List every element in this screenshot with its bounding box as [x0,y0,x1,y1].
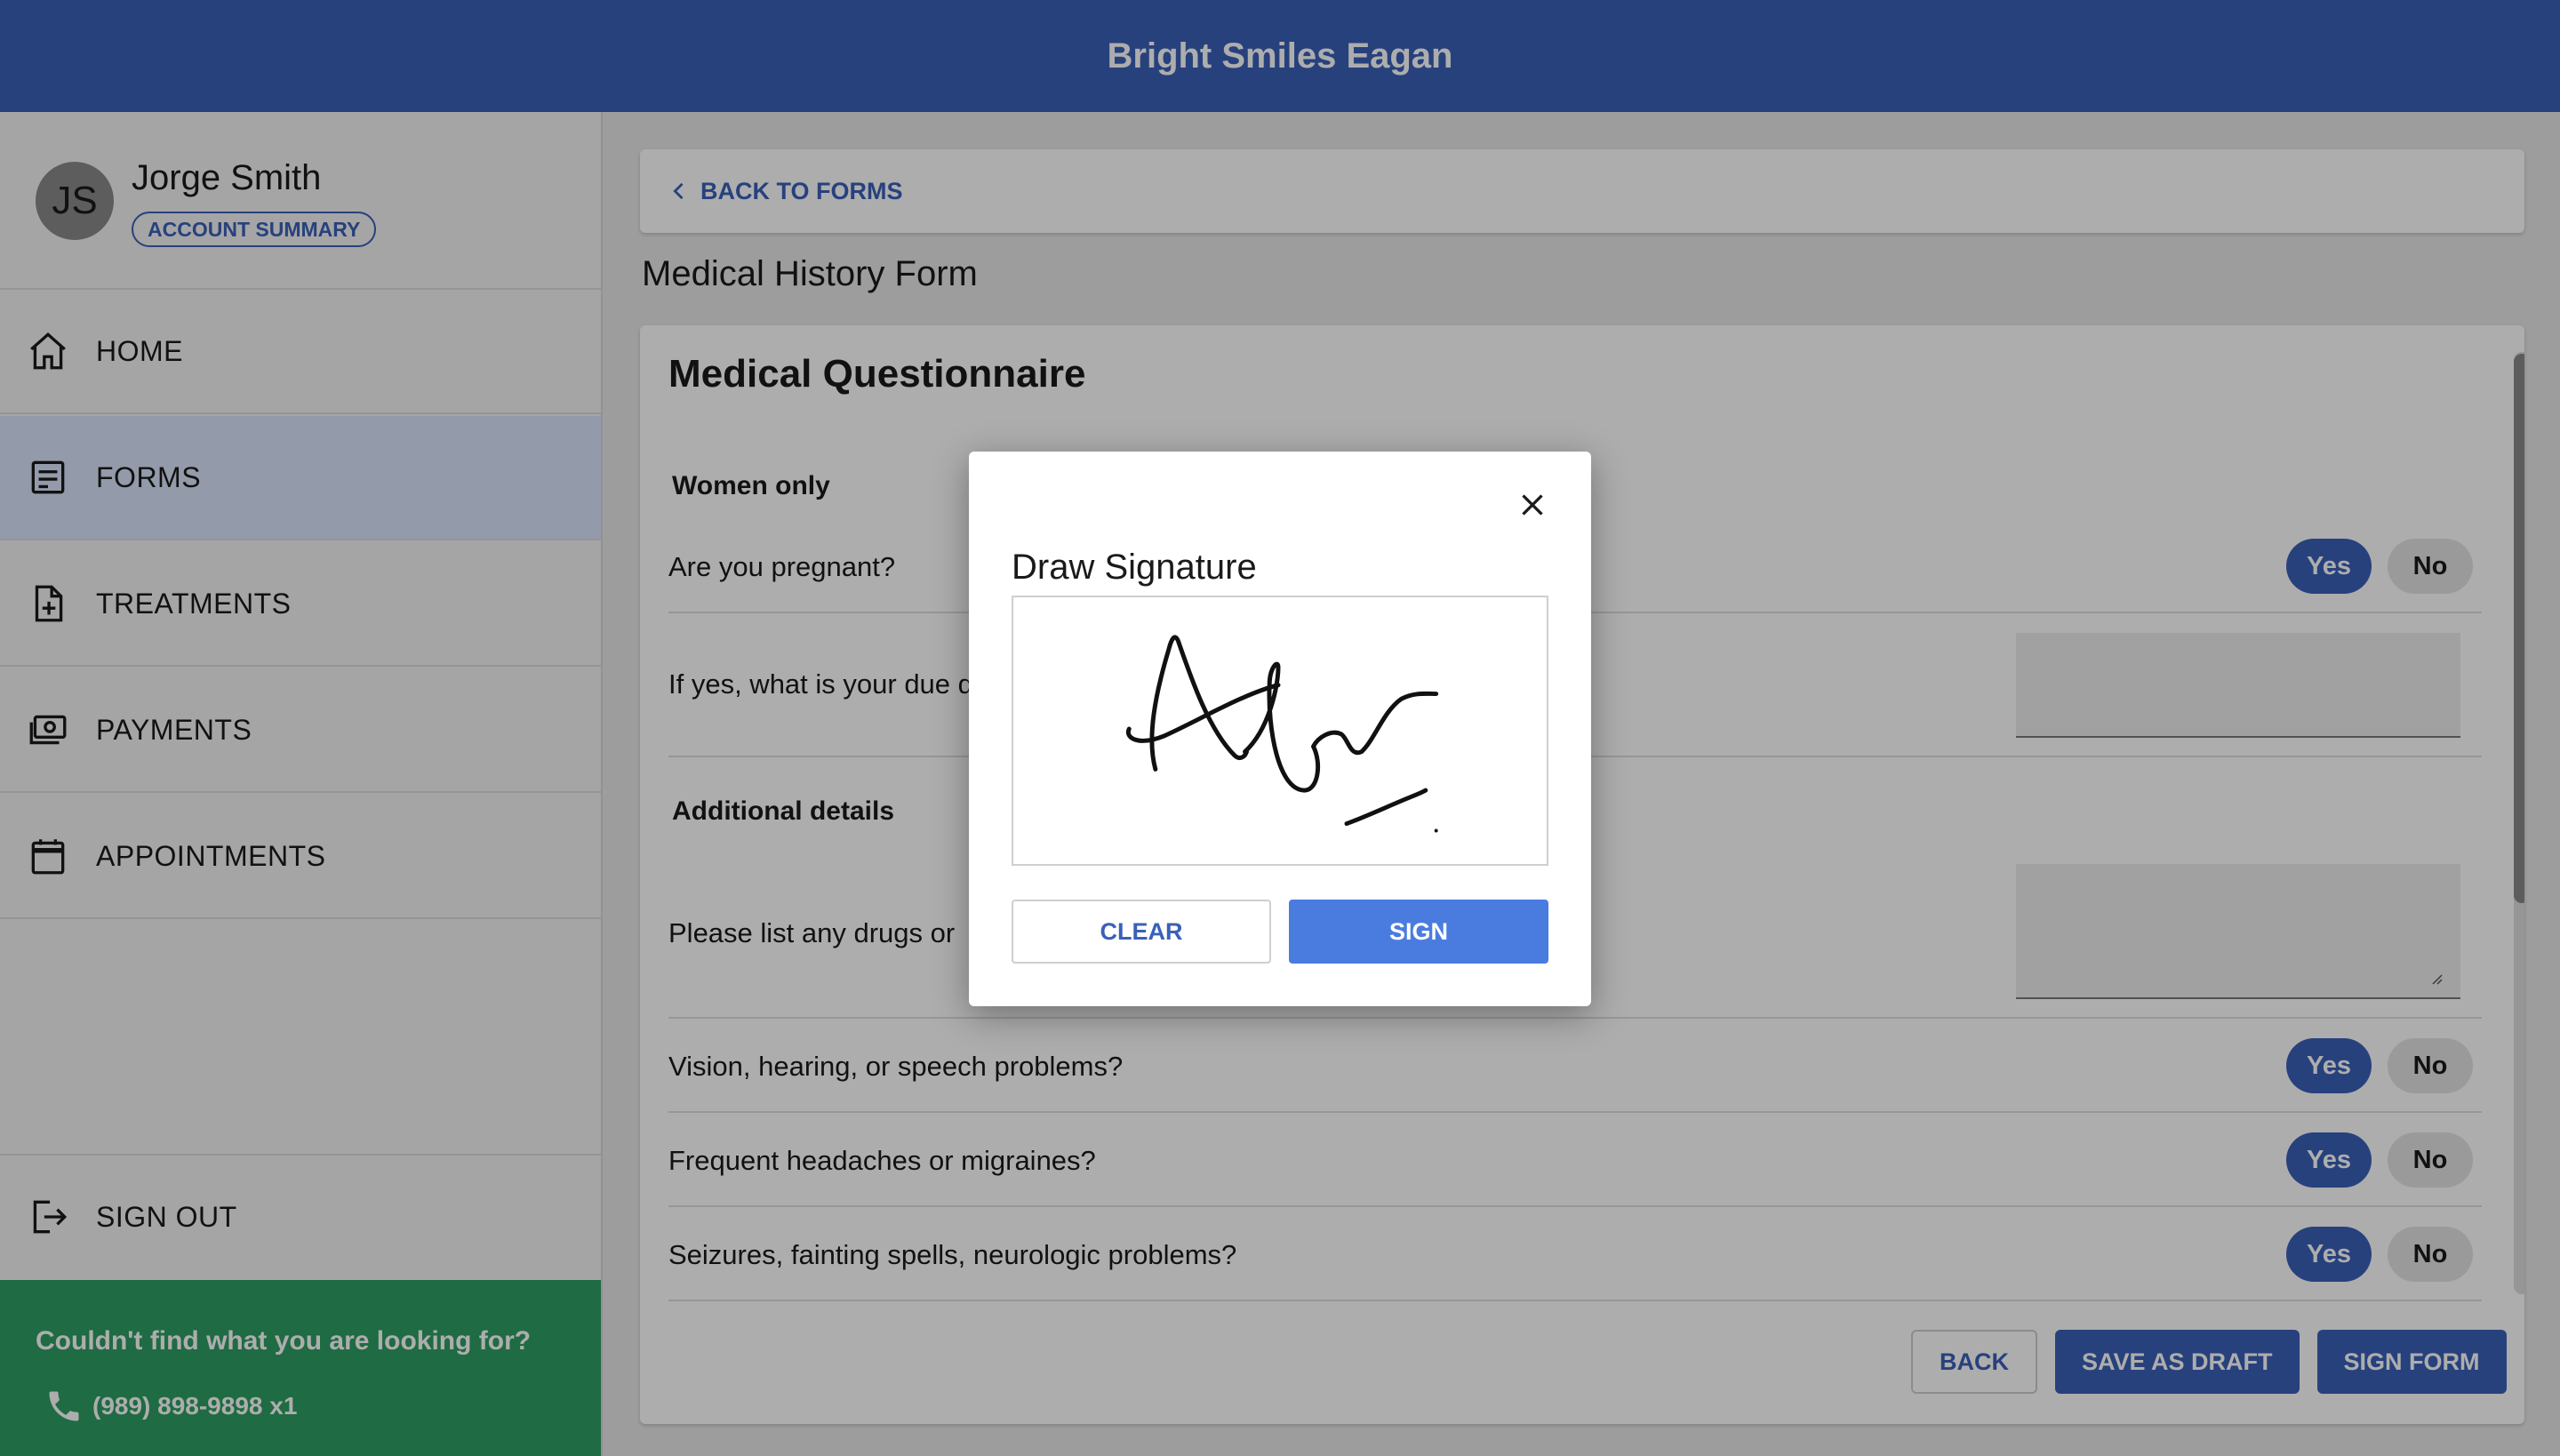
signature-pad[interactable] [1012,596,1548,866]
clear-button[interactable]: CLEAR [1012,900,1271,964]
close-button[interactable] [1511,484,1554,526]
signature-drawing [1125,635,1439,833]
modal-backdrop[interactable]: Draw Signature CLEAR SIGN [0,0,2560,1456]
dialog-actions: CLEAR SIGN [1012,900,1548,964]
signature-dialog: Draw Signature CLEAR SIGN [969,452,1591,1006]
dialog-title: Draw Signature [1012,548,1257,587]
close-icon [1522,494,1543,516]
sign-button[interactable]: SIGN [1289,900,1548,964]
